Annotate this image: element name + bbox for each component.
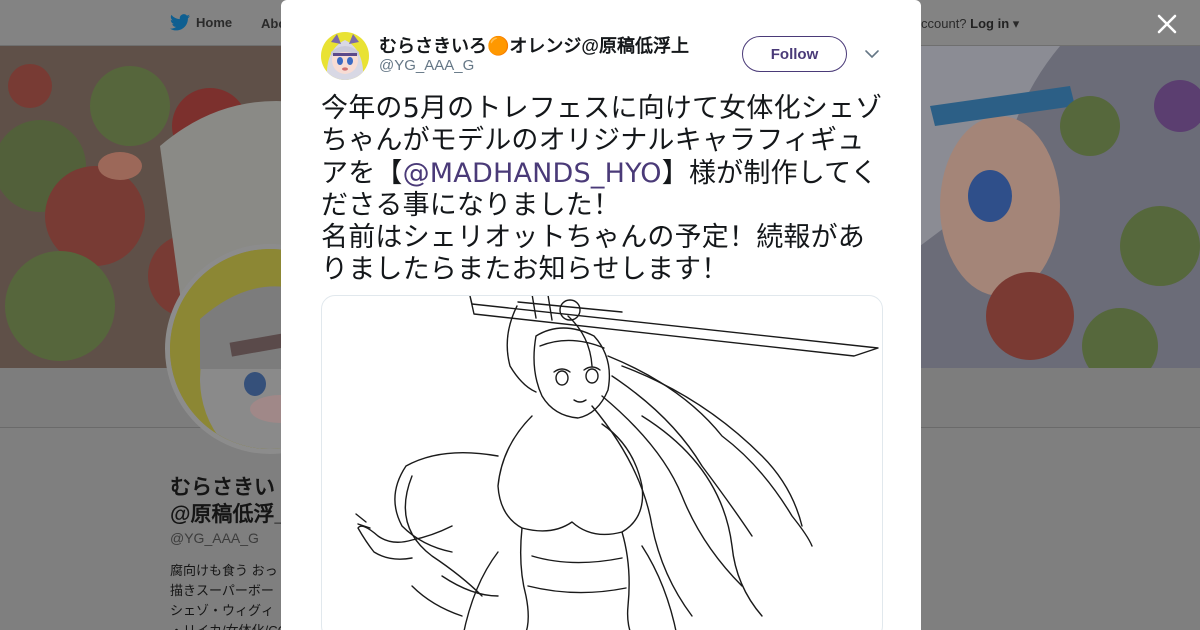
profile-name: むらさきい @原稿低浮_: [170, 474, 286, 528]
tweet-media-image[interactable]: [321, 295, 883, 630]
account-prompt: ccount?: [921, 16, 967, 31]
profile-bio-line: 腐向けも食う おっ: [170, 563, 278, 578]
author-name[interactable]: むらさきいろ🟠オレンジ@原稿低浮上: [379, 32, 689, 58]
figure-lineart: [355, 296, 879, 630]
account-login-area: ccount? Log in ▾: [921, 16, 1019, 32]
login-link[interactable]: Log in: [970, 16, 1009, 31]
author-avatar[interactable]: [321, 32, 369, 80]
chevron-down-icon: [865, 50, 879, 59]
profile-bio-line: ・リイカ/女体化/CO: [170, 621, 288, 630]
profile-bio-line: シェゾ・ウィグィ: [170, 603, 275, 618]
profile-name-line1: むらさきい: [170, 476, 275, 499]
twitter-bird-icon: [170, 14, 190, 31]
mention-link[interactable]: @MADHANDS_HYO: [403, 158, 662, 189]
profile-name-line2: @原稿低浮_: [170, 503, 287, 526]
tweet-options-button[interactable]: [863, 44, 881, 64]
tweet-modal: むらさきいろ🟠オレンジ@原稿低浮上 @YG_AAA_G Follow 今年の5月…: [281, 0, 921, 630]
profile-bio-line: 描きスーパーボー: [170, 583, 274, 598]
profile-handle: @YG_AAA_G: [170, 530, 259, 546]
profile-bio: 腐向けも食う おっ 描きスーパーボー シェゾ・ウィグィ ・リイカ/女体化/CO: [170, 561, 288, 630]
close-icon: [1157, 14, 1177, 34]
follow-button[interactable]: Follow: [742, 36, 847, 72]
tweet-text: 今年の5月のトレフェスに向けて女体化シェゾちゃんがモデルのオリジナルキャラフィギ…: [321, 93, 886, 287]
author-handle[interactable]: @YG_AAA_G: [379, 57, 474, 74]
close-overlay-button[interactable]: [1155, 12, 1179, 36]
nav-home-link[interactable]: Home: [170, 14, 232, 31]
login-caret-icon: ▾: [1012, 16, 1020, 31]
nav-home-label: Home: [196, 15, 233, 30]
